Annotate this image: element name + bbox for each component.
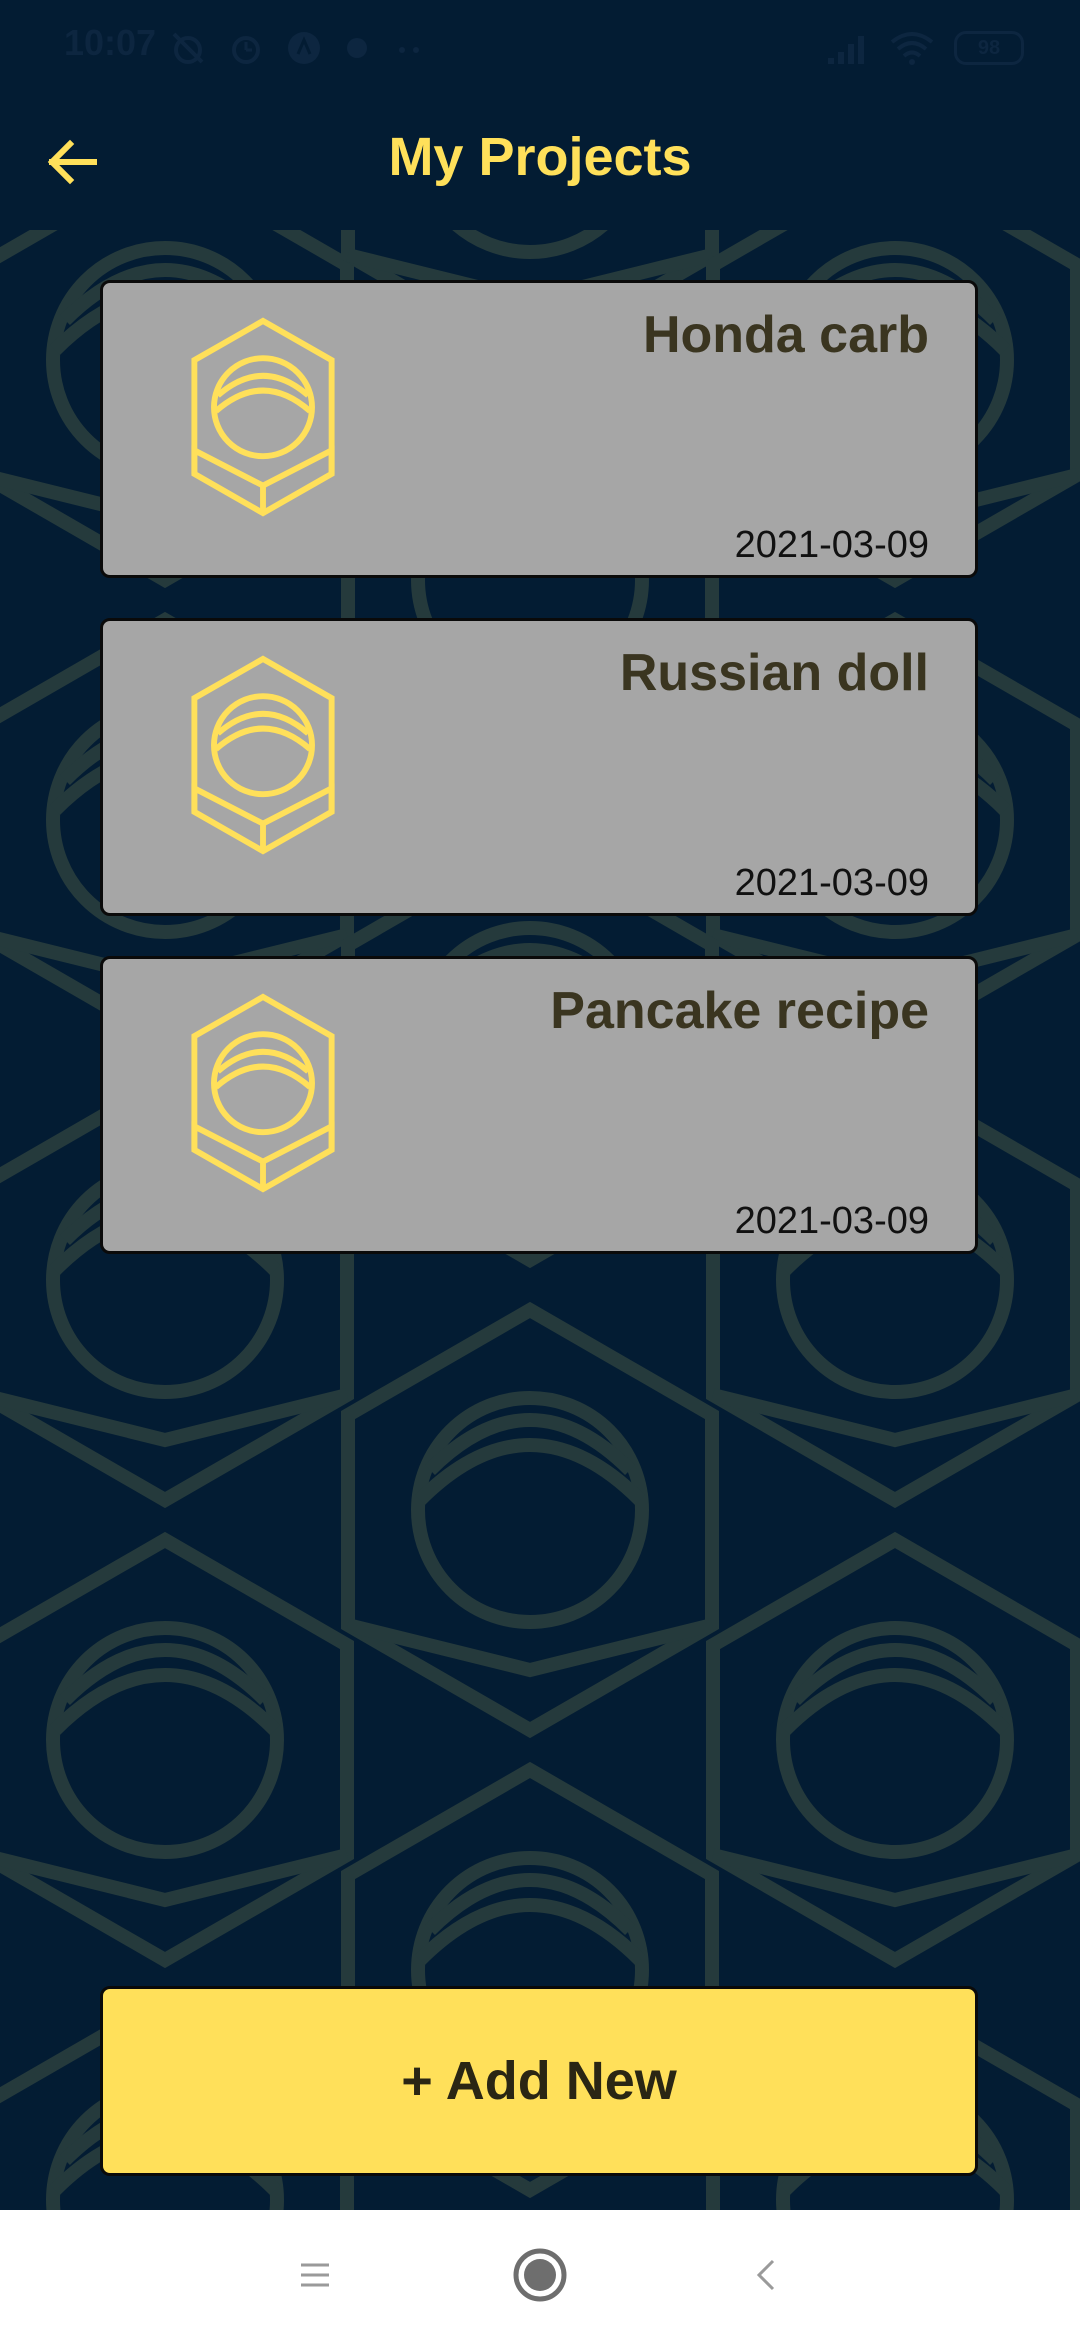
more-dots-icon	[399, 47, 419, 53]
status-bar: 10:07 98	[0, 0, 1080, 96]
app-notification-icon	[288, 32, 320, 64]
project-date: 2021-03-09	[734, 862, 929, 904]
wifi-icon	[890, 32, 934, 65]
battery-icon: 98	[954, 31, 1024, 65]
project-card[interactable]: Pancake recipe 2021-03-09	[100, 956, 978, 1254]
project-date: 2021-03-09	[734, 524, 929, 566]
status-icons-right: 98	[826, 24, 1024, 72]
navigation-bar	[0, 2210, 1080, 2340]
project-card[interactable]: Honda carb 2021-03-09	[100, 280, 978, 578]
page-title: My Projects	[388, 127, 692, 187]
app-bar: My Projects	[0, 96, 1080, 230]
menu-icon	[301, 2263, 329, 2287]
alarm-icon	[232, 36, 260, 64]
dot-icon	[347, 38, 367, 58]
project-card[interactable]: Russian doll 2021-03-09	[100, 618, 978, 916]
back-icon	[756, 2259, 775, 2291]
hex-nut-icon	[183, 655, 343, 855]
status-icons-left	[168, 24, 430, 72]
hex-nut-icon	[183, 317, 343, 517]
project-date: 2021-03-09	[734, 1200, 929, 1242]
project-title: Russian doll	[619, 644, 929, 702]
nav-back-button[interactable]	[732, 2240, 802, 2310]
project-title: Pancake recipe	[550, 982, 929, 1040]
signal-icon	[828, 36, 864, 64]
home-button[interactable]	[505, 2240, 575, 2310]
alarm-off-icon	[172, 32, 204, 64]
menu-button[interactable]	[280, 2240, 350, 2310]
project-title: Honda carb	[642, 306, 929, 364]
home-icon	[513, 2248, 567, 2302]
add-new-button[interactable]: + Add New	[100, 1986, 978, 2176]
hex-nut-icon	[183, 993, 343, 1193]
status-time: 10:07	[64, 22, 157, 63]
